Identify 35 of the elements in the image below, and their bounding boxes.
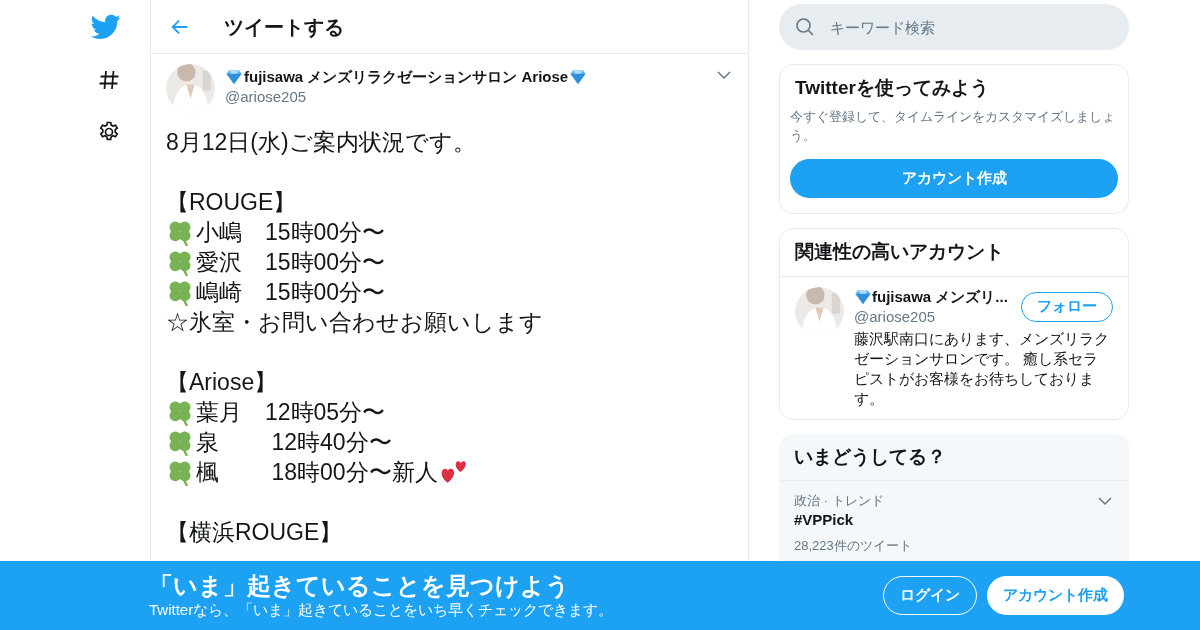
section-title: 関連性の高いアカウント	[780, 229, 1128, 277]
user-handle[interactable]: @ariose205	[854, 306, 1021, 327]
user-handle[interactable]: @ariose205	[225, 87, 707, 107]
chevron-down-icon	[1098, 496, 1112, 506]
page-title: ツイートする	[224, 14, 344, 40]
tweet-line: 【横浜ROUGE】	[166, 518, 343, 547]
trend-context: 政治 · トレンド	[794, 492, 885, 510]
search-field[interactable]: キーワード検索	[779, 4, 1129, 50]
search-icon	[795, 17, 815, 37]
card-title: Twitterを使ってみよう	[794, 76, 990, 100]
tweet-line: 愛沢 15時00分〜	[196, 248, 386, 277]
tweet-line: 嶋崎 15時00分〜	[196, 278, 386, 307]
user-bio: 藤沢駅南口にあります、メンズリラクゼーションサロンです。 癒し系セラピストがお客様をお待ちしております。	[854, 328, 1110, 409]
banner-subtitle: Twitterなら、「いま」起きていることをいち早くチェックできます。	[149, 599, 615, 620]
banner-title: 「いま」起きていることを見つけよう	[149, 571, 571, 600]
card-description: 今すぐ登録して、タイムラインをカスタマイズしましょう。	[790, 108, 1116, 145]
signup-button[interactable]: アカウント作成	[790, 159, 1118, 198]
user-name[interactable]: fujisawa メンズリラクゼーションサロン Ariose	[244, 67, 569, 87]
tweet-line: 8月12日(水)ご案内状況です。	[166, 128, 476, 157]
tweet-line: 小嶋 15時00分〜	[196, 218, 386, 247]
tweet-line: 【Ariose】	[166, 368, 278, 397]
tweet-line: ☆氷室・お問い合わせお願いします	[166, 308, 543, 337]
tweet-line: 泉 12時40分〜	[196, 428, 392, 457]
chevron-down-icon[interactable]	[717, 70, 731, 80]
section-title: いまどうしてる？	[779, 433, 1129, 481]
tweet-count: 28,223件のツイート	[794, 537, 913, 555]
user-name[interactable]: fujisawa メンズリ...	[872, 286, 1008, 307]
tweet-line: 葉月 12時05分〜	[196, 398, 386, 427]
tweet-line: 楓 18時00分〜新人	[196, 458, 438, 487]
signup-button[interactable]: アカウント作成	[987, 576, 1124, 615]
hashtag-icon[interactable]	[97, 68, 121, 92]
bird-logo-icon[interactable]	[91, 14, 121, 40]
trend-name[interactable]: #VPPick	[794, 510, 1098, 530]
tweet-line: 【ROUGE】	[166, 188, 297, 217]
avatar	[166, 64, 215, 113]
